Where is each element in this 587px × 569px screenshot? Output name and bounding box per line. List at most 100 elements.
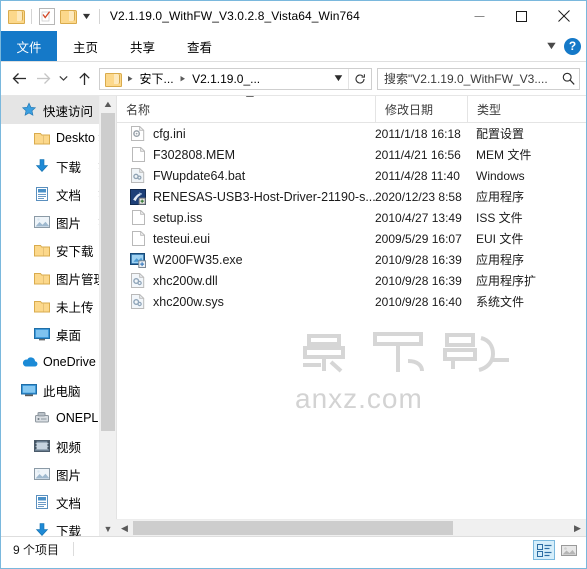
tab-view[interactable]: 查看 [171,31,228,61]
file-type-cell: EUI 文件 [476,232,524,246]
hscroll-thumb[interactable] [133,521,453,535]
horizontal-scrollbar[interactable]: ◀ ▶ [116,519,586,536]
desktop-icon [33,325,51,343]
tab-file[interactable]: 文件 [1,31,57,61]
new-folder-icon[interactable] [60,9,77,24]
column-headers: ▲ 名称 修改日期 类型 [117,96,586,123]
navigation-scrollbar[interactable]: ▲ ▼ [99,96,116,536]
status-divider [73,542,75,556]
sidebar-item-label: 图片 [56,216,82,231]
table-row[interactable]: setup.iss 2010/4/27 13:49 ISS 文件 [117,207,586,228]
folder-icon [33,269,51,287]
generic-file-icon [130,210,146,226]
scroll-up-arrow-icon[interactable]: ▲ [98,96,116,112]
sidebar-item-label: 图片 [56,468,82,483]
file-name-cell[interactable]: testeui.eui [117,231,375,247]
ini-config-icon [130,126,146,142]
sidebar-item-label: 下载 [56,524,82,537]
file-type-cell: 系统文件 [476,295,525,309]
file-type-cell: 应用程序 [476,253,525,267]
explorer-body: 快速访问 Deskto 下载 文档 图片 安下载 图片管理器 未上传 桌面 OneDrive 此电脑… [1,95,586,536]
large-icons-view-icon[interactable] [558,540,580,560]
file-name-label: xhc200w.dll [153,273,218,288]
customize-qat-caret-icon[interactable]: ▼ [79,11,94,21]
pictures-icon [33,465,51,483]
address-chevron-down-icon[interactable]: ▼ [326,73,351,84]
search-input[interactable]: 搜索"V2.1.19.0_WithFW_V3.... [377,67,580,90]
file-name-cell[interactable]: W200FW35.exe [117,252,375,268]
file-name-cell[interactable]: setup.iss [117,210,375,226]
table-row[interactable]: RENESAS-USB3-Host-Driver-21190-s... 2020/… [117,186,586,207]
status-bar: 9 个项目 [1,536,586,561]
address-path-field[interactable]: ▸ 安下... ▸ V2.1.19.0_... ▼ [99,67,372,90]
scroll-left-arrow-icon[interactable]: ◀ [116,520,133,536]
tab-share[interactable]: 共享 [114,31,171,61]
scroll-down-arrow-icon[interactable]: ▼ [100,521,116,536]
file-date-cell: 2011/1/18 16:18 [375,126,461,141]
breadcrumb-item-0[interactable]: 安下... [137,70,177,87]
recent-locations-button[interactable] [55,66,72,92]
hscroll-track[interactable] [133,520,569,536]
close-button[interactable] [542,1,586,31]
chevron-down-icon[interactable]: ▼ [544,40,558,52]
folder-icon[interactable] [8,9,25,24]
table-row[interactable]: F302808.MEM 2011/4/21 16:56 MEM 文件 [117,144,586,165]
sidebar-item-label: 文档 [56,496,82,511]
file-date-cell: 2020/12/23 8:58 [375,189,462,204]
pictures-icon [33,213,51,231]
file-name-cell[interactable]: FWupdate64.bat [117,168,375,184]
file-name-cell[interactable]: cfg.ini [117,126,375,142]
dll-gear-icon [130,294,146,310]
column-header-date[interactable]: 修改日期 [375,96,467,122]
up-button[interactable] [72,66,96,92]
file-date-cell: 2010/9/28 16:40 [375,294,462,309]
file-rows-container: cfg.ini 2011/1/18 16:18 配置设置 F302808.MEM 201… [117,123,586,312]
forward-button[interactable] [31,66,55,92]
search-icon[interactable] [557,72,579,85]
ribbon-tab-bar: 文件 主页 共享 查看 ▼ ? [1,31,586,62]
file-name-cell[interactable]: F302808.MEM [117,147,375,163]
tab-home[interactable]: 主页 [57,31,114,61]
file-name-label: F302808.MEM [153,147,235,162]
table-row[interactable]: xhc200w.sys 2010/9/28 16:40 系统文件 [117,291,586,312]
sidebar-item-label: 安下载 [56,244,94,259]
details-view-icon[interactable] [533,540,555,560]
scrollbar-thumb[interactable] [101,113,115,431]
toolbar-divider [31,8,32,24]
maximize-button[interactable] [500,1,542,31]
sidebar-item-label: OneDrive [43,355,96,369]
file-name-label: RENESAS-USB3-Host-Driver-21190-s... [153,189,375,204]
file-date-cell: 2010/9/28 16:39 [375,273,462,288]
table-row[interactable]: cfg.ini 2011/1/18 16:18 配置设置 [117,123,586,144]
phone-device-icon [33,409,51,427]
watermark-logo-icon [303,332,509,373]
sidebar-item-label: 视频 [56,440,82,455]
properties-icon[interactable] [39,7,55,25]
file-name-cell[interactable]: xhc200w.sys [117,294,375,310]
folder-icon [33,241,51,259]
scroll-right-arrow-icon[interactable]: ▶ [569,520,586,536]
file-name-cell[interactable]: RENESAS-USB3-Host-Driver-21190-s... [117,188,375,205]
file-name-cell[interactable]: xhc200w.dll [117,273,375,289]
table-row[interactable]: FWupdate64.bat 2011/4/28 11:40 Windows [117,165,586,186]
table-row[interactable]: testeui.eui 2009/5/29 16:07 EUI 文件 [117,228,586,249]
table-row[interactable]: W200FW35.exe 2010/9/28 16:39 应用程序 [117,249,586,270]
file-list-pane: ▲ 名称 修改日期 类型 [116,96,586,536]
file-date-cell: 2011/4/21 16:56 [375,147,461,162]
sidebar-item-label: 文档 [56,188,82,203]
address-bar: ▸ 安下... ▸ V2.1.19.0_... ▼ 搜索"V2.1.19.0_W… [1,62,586,95]
file-date-cell: 2009/5/29 16:07 [375,231,462,246]
column-header-type[interactable]: 类型 [467,96,586,122]
file-type-cell: 应用程序扩 [476,274,537,288]
exe-app-icon [130,252,146,268]
table-row[interactable]: xhc200w.dll 2010/9/28 16:39 应用程序扩 [117,270,586,291]
title-bar: ▼ V2.1.19.0_WithFW_V3.0.2.8_Vista64_Win7… [1,1,586,31]
minimize-button[interactable] [458,1,500,31]
refresh-icon[interactable] [348,68,371,89]
back-button[interactable] [7,66,31,92]
sidebar-item-label: 未上传 [56,300,94,315]
breadcrumb-item-1[interactable]: V2.1.19.0_... [189,72,263,86]
folder-icon [33,297,51,315]
file-name-label: setup.iss [153,210,203,225]
help-icon[interactable]: ? [564,37,581,55]
